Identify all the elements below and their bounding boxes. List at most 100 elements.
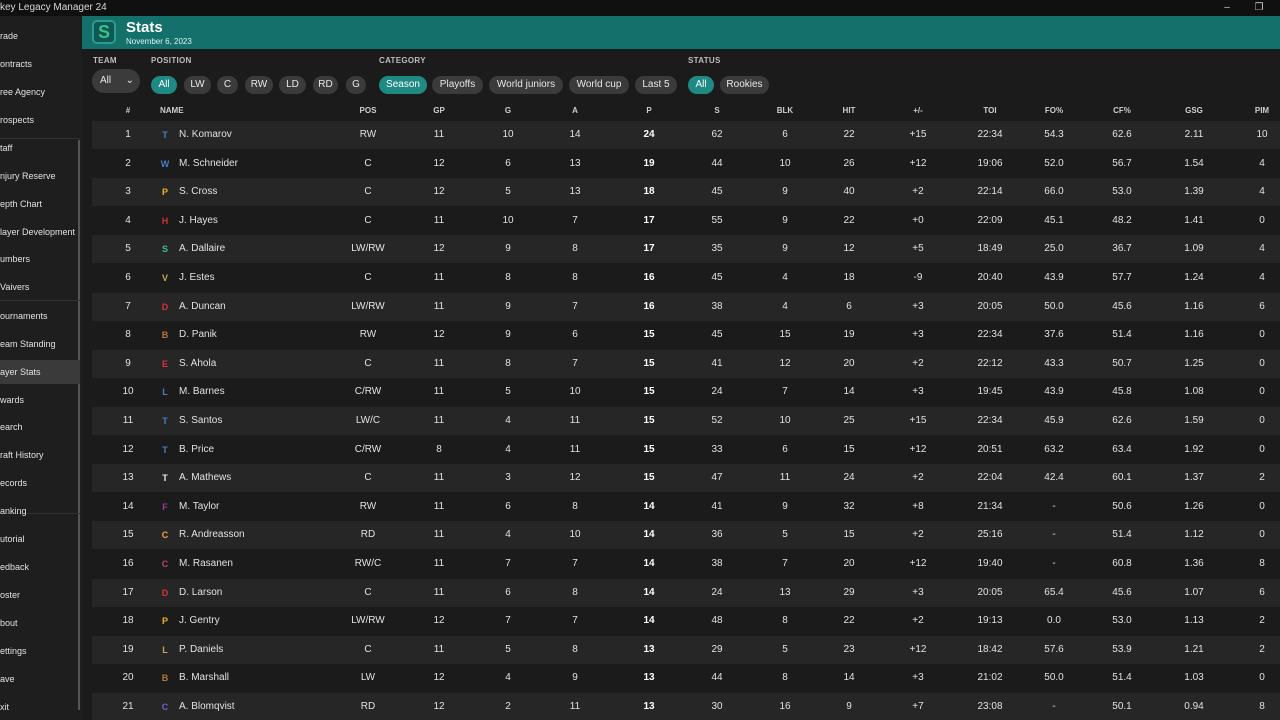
player-name[interactable]: M. Schneider [179, 150, 238, 178]
column-header[interactable]: BLK [755, 102, 815, 120]
sidebar-item[interactable]: rospects [0, 108, 80, 132]
sidebar-item[interactable]: epth Chart [0, 192, 80, 216]
column-header[interactable]: FO% [1024, 102, 1084, 120]
table-row[interactable]: 15 C R. Andreasson RD 11 4 10 14 36 5 15 +2 25:16 - 51… [92, 521, 1280, 550]
sidebar-item[interactable]: layer Development [0, 220, 80, 244]
position-chip[interactable]: C [217, 76, 238, 94]
player-name[interactable]: A. Dallaire [179, 235, 225, 263]
column-header[interactable]: A [545, 102, 605, 120]
sidebar-item[interactable]: xit [0, 695, 80, 719]
player-name[interactable]: M. Rasanen [179, 550, 233, 578]
column-header[interactable]: +/- [888, 102, 948, 120]
category-chip[interactable]: World juniors [489, 76, 563, 94]
category-chip[interactable]: Last 5 [635, 76, 677, 94]
table-row[interactable]: 20 B B. Marshall LW 12 4 9 13 44 8 14 +3 21:02 50.0 51… [92, 664, 1280, 692]
table-row[interactable]: 11 T S. Santos LW/C 11 4 11 15 52 10 25 +15 22:34 45.… [92, 407, 1280, 435]
column-header[interactable]: PIM [1232, 102, 1280, 120]
table-row[interactable]: 6 V J. Estes C 11 8 8 16 45 4 18 -9 20:40 43.9 57.7 1.2… [92, 264, 1280, 292]
column-header[interactable]: # [98, 102, 158, 120]
status-chip[interactable]: Rookies [720, 76, 769, 94]
column-header[interactable]: HIT [819, 102, 879, 120]
table-row[interactable]: 21 C A. Blomqvist RD 12 2 11 13 30 16 9 +7 23:08 - 50.… [92, 693, 1280, 720]
position-chip[interactable]: RD [313, 76, 338, 94]
column-header[interactable]: GSG [1164, 102, 1224, 120]
sidebar-item[interactable]: utorial [0, 527, 80, 551]
column-header[interactable]: NAME [160, 102, 184, 120]
sidebar-item[interactable]: taff [0, 136, 80, 160]
player-name[interactable]: B. Price [179, 436, 214, 464]
category-chip[interactable]: World cup [569, 76, 629, 94]
table-row[interactable]: 17 D D. Larson C 11 6 8 14 24 13 29 +3 20:05 65.4 45.6… [92, 578, 1280, 607]
sidebar-item[interactable]: ave [0, 667, 80, 691]
sidebar-item[interactable]: edback [0, 555, 80, 579]
sidebar-item[interactable]: ecords [0, 471, 80, 495]
sidebar-item[interactable]: eam Standing [0, 332, 80, 356]
sidebar-item[interactable]: earch [0, 415, 80, 439]
player-name[interactable]: D. Larson [179, 579, 222, 607]
table-row[interactable]: 16 C M. Rasanen RW/C 11 7 7 14 38 7 20 +12 19:40 - 60.… [92, 550, 1280, 578]
column-header[interactable]: GP [409, 102, 469, 120]
column-header[interactable]: G [478, 102, 538, 120]
player-name[interactable]: R. Andreasson [179, 521, 245, 549]
column-header[interactable]: P [619, 102, 679, 120]
position-chip[interactable]: G [346, 76, 366, 94]
table-row[interactable]: 18 P J. Gentry LW/RW 12 7 7 14 48 8 22 +2 19:13 0.0 53… [92, 607, 1280, 635]
sidebar-item[interactable]: ettings [0, 639, 80, 663]
table-row[interactable]: 3 P S. Cross C 12 5 13 18 45 9 40 +2 22:14 66.0 53.0 1.… [92, 178, 1280, 207]
player-name[interactable]: J. Estes [179, 264, 215, 292]
player-name[interactable]: S. Ahola [179, 350, 216, 378]
sidebar-item[interactable]: ree Agency [0, 80, 80, 104]
player-name[interactable]: M. Barnes [179, 378, 225, 406]
table-row[interactable]: 8 B D. Panik RW 12 9 6 15 45 15 19 +3 22:34 37.6 51.4 1… [92, 321, 1280, 349]
sidebar-item[interactable]: njury Reserve [0, 164, 80, 188]
position-chip[interactable]: RW [245, 76, 273, 94]
position-chip[interactable]: LD [279, 76, 306, 94]
player-name[interactable]: S. Cross [179, 178, 217, 206]
sidebar-item[interactable]: oster [0, 583, 80, 607]
sidebar-item[interactable]: bout [0, 611, 80, 635]
sidebar-item[interactable]: ontracts [0, 52, 80, 76]
player-name[interactable]: D. Panik [179, 321, 217, 349]
player-name[interactable]: B. Marshall [179, 664, 229, 692]
position-chip[interactable]: All [151, 76, 177, 94]
position-chip[interactable]: LW [184, 76, 211, 94]
category-chip[interactable]: Playoffs [432, 76, 483, 94]
table-row[interactable]: 9 E S. Ahola C 11 8 7 15 41 12 20 +2 22:12 43.3 50.7 1.… [92, 349, 1280, 378]
table-row[interactable]: 19 L P. Daniels C 11 5 8 13 29 5 23 +12 18:42 57.6 53.… [92, 635, 1280, 664]
player-name[interactable]: P. Daniels [179, 636, 223, 664]
column-header[interactable]: POS [338, 102, 398, 120]
column-header[interactable]: TOI [960, 102, 1020, 120]
minimize-icon[interactable]: – [1214, 0, 1240, 16]
sidebar-item[interactable]: Vaivers [0, 275, 80, 299]
player-name[interactable]: M. Taylor [179, 493, 219, 521]
table-row[interactable]: 12 T B. Price C/RW 8 4 11 15 33 6 15 +12 20:51 63.2 63… [92, 436, 1280, 464]
sidebar-item[interactable]: rade [0, 24, 80, 48]
category-chip[interactable]: Season [379, 76, 427, 94]
sidebar-item[interactable]: ournaments [0, 304, 80, 328]
table-row[interactable]: 5 S A. Dallaire LW/RW 12 9 8 17 35 9 12 +5 18:49 25.0… [92, 235, 1280, 264]
sidebar-item[interactable]: anking [0, 499, 80, 523]
sidebar-item[interactable]: wards [0, 388, 80, 412]
table-row[interactable]: 1 T N. Komarov RW 11 10 14 24 62 6 22 +15 22:34 54.3 6… [92, 121, 1280, 149]
restore-icon[interactable]: ❐ [1246, 0, 1272, 16]
sidebar-item[interactable]: raft History [0, 443, 80, 467]
player-name[interactable]: A. Duncan [179, 293, 226, 321]
team-select[interactable]: All ⌄ [92, 69, 140, 93]
table-row[interactable]: 4 H J. Hayes C 11 10 7 17 55 9 22 +0 22:09 45.1 48.2 1.… [92, 207, 1280, 235]
player-name[interactable]: J. Hayes [179, 207, 218, 235]
player-name[interactable]: A. Mathews [179, 464, 231, 492]
column-header[interactable]: CF% [1092, 102, 1152, 120]
player-name[interactable]: N. Komarov [179, 121, 232, 149]
player-name[interactable]: S. Santos [179, 407, 222, 435]
table-row[interactable]: 7 D A. Duncan LW/RW 11 9 7 16 38 4 6 +3 20:05 50.0 45.… [92, 292, 1280, 321]
table-row[interactable]: 13 T A. Mathews C 11 3 12 15 47 11 24 +2 22:04 42.4 60… [92, 464, 1280, 493]
player-name[interactable]: A. Blomqvist [179, 693, 235, 720]
sidebar-item[interactable]: umbers [0, 247, 80, 271]
sidebar-item[interactable]: ayer Stats [0, 360, 80, 384]
player-name[interactable]: J. Gentry [179, 607, 220, 635]
table-row[interactable]: 14 F M. Taylor RW 11 6 8 14 41 9 32 +8 21:34 - 50.6 1.2… [92, 493, 1280, 521]
table-row[interactable]: 10 L M. Barnes C/RW 11 5 10 15 24 7 14 +3 19:45 43.9 4… [92, 378, 1280, 406]
table-row[interactable]: 2 W M. Schneider C 12 6 13 19 44 10 26 +12 19:06 52.0… [92, 150, 1280, 178]
status-chip[interactable]: All [688, 76, 714, 94]
column-header[interactable]: S [687, 102, 747, 120]
